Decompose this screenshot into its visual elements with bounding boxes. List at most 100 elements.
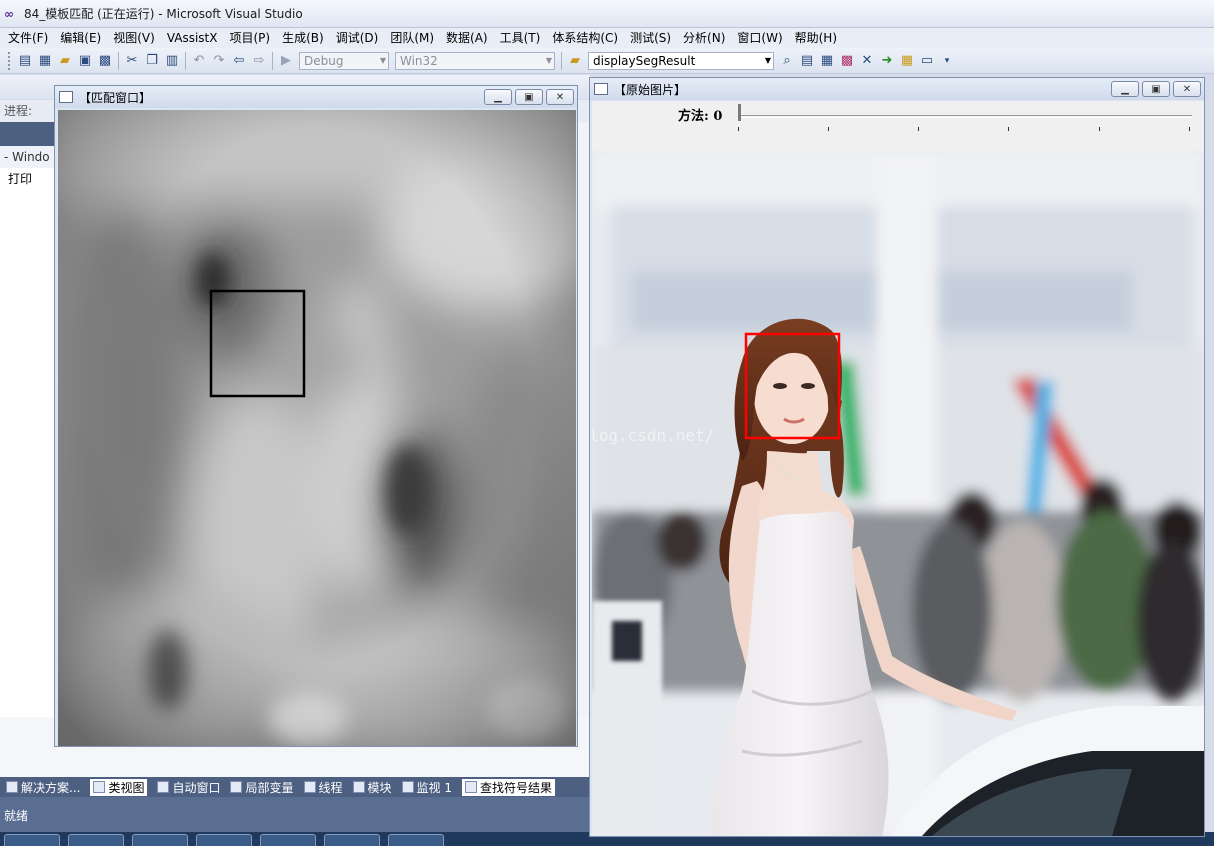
side-panel-item-print[interactable]: 打印 — [0, 168, 55, 190]
start-debugging-icon[interactable]: ▶ — [276, 51, 296, 71]
original-window-caption[interactable]: 【原始图片】 ▁ ▣ ✕ — [590, 78, 1204, 100]
tab-find-symbol-results[interactable]: 查找符号结果 — [461, 778, 555, 796]
trackbar-track[interactable] — [740, 115, 1192, 118]
toolbar-grip[interactable] — [8, 51, 11, 70]
menu-data[interactable]: 数据(A) — [440, 28, 494, 48]
properties-icon[interactable]: ▦ — [817, 51, 837, 71]
tab-class-view[interactable]: 类视图 — [90, 778, 148, 796]
find-icon[interactable]: ⌕ — [777, 51, 797, 71]
solution-config-combo[interactable]: Debug ▼ — [299, 51, 389, 70]
navigate-backward-icon[interactable]: ⇦ — [229, 51, 249, 71]
command-window-icon[interactable]: ▭ — [917, 51, 937, 71]
match-result-image — [58, 110, 576, 746]
taskbar-item[interactable] — [132, 834, 188, 846]
status-bar: 就绪 — [0, 797, 590, 832]
match-window-caption[interactable]: 【匹配窗口】 ▁ ▣ ✕ — [55, 86, 577, 108]
object-browser-icon[interactable]: ▩ — [837, 51, 857, 71]
solution-config-value: Debug — [304, 53, 344, 68]
menu-analyze[interactable]: 分析(N) — [677, 28, 731, 48]
menu-help[interactable]: 帮助(H) — [789, 28, 843, 48]
menu-team[interactable]: 团队(M) — [384, 28, 440, 48]
menu-debug[interactable]: 调试(D) — [330, 28, 385, 48]
platform-value: Win32 — [400, 53, 438, 68]
menu-window[interactable]: 窗口(W) — [731, 28, 788, 48]
platform-combo[interactable]: Win32 ▼ — [395, 51, 555, 70]
menu-architecture[interactable]: 体系结构(C) — [546, 28, 624, 48]
original-photo: http://blog.csdn.net/ — [592, 151, 1204, 836]
taskbar-item[interactable] — [4, 834, 60, 846]
save-all-icon[interactable]: ▩ — [95, 51, 115, 71]
find-combo[interactable]: displaySegResult ▼ — [588, 51, 774, 70]
vs-title-bar: ∞ 84_模板匹配 (正在运行) - Microsoft Visual Stud… — [0, 0, 1214, 28]
class-view-icon — [93, 781, 106, 793]
menu-bar: 文件(F) 编辑(E) 视图(V) VAssistX 项目(P) 生成(B) 调… — [0, 28, 1214, 48]
open-file-icon[interactable]: ▰ — [55, 51, 75, 71]
solution-explorer-icon — [6, 781, 18, 793]
maximize-icon: ▣ — [524, 91, 534, 103]
chevron-down-icon: ▼ — [545, 55, 552, 65]
original-image-window: 【原始图片】 ▁ ▣ ✕ 方法: 0 log.csdn.net/ — [589, 77, 1205, 837]
minimize-button[interactable]: ▁ — [484, 89, 512, 105]
taskbar-item[interactable] — [260, 834, 316, 846]
menu-edit[interactable]: 编辑(E) — [54, 28, 107, 48]
side-panel-title[interactable]: - Windo — [0, 146, 55, 168]
menu-project[interactable]: 项目(P) — [223, 28, 276, 48]
trackbar-thumb[interactable] — [738, 104, 741, 121]
navigate-forward-icon[interactable]: ⇨ — [249, 51, 269, 71]
locals-icon — [230, 781, 243, 793]
add-item-icon[interactable]: ▦ — [35, 51, 55, 71]
status-text: 就绪 — [4, 809, 29, 823]
new-project-icon[interactable]: ▤ — [15, 51, 35, 71]
close-button[interactable]: ✕ — [1173, 81, 1201, 97]
find-symbol-icon — [464, 781, 477, 793]
menu-file[interactable]: 文件(F) — [2, 28, 54, 48]
toolbar-separator — [185, 51, 186, 70]
maximize-button[interactable]: ▣ — [515, 89, 543, 105]
threads-icon — [303, 781, 316, 793]
watermark-text: http://blog.csdn.net/ — [592, 426, 714, 445]
toolbar-separator — [118, 51, 119, 70]
save-icon[interactable]: ▣ — [75, 51, 95, 71]
watch-icon — [401, 781, 414, 793]
undo-icon[interactable]: ↶ — [189, 51, 209, 71]
tab-modules[interactable]: 模块 — [352, 779, 392, 796]
find-in-files-icon[interactable]: ▰ — [565, 51, 585, 71]
menu-tools[interactable]: 工具(T) — [494, 28, 547, 48]
chevron-down-icon: ▼ — [764, 55, 771, 65]
match-window: 【匹配窗口】 ▁ ▣ ✕ — [54, 85, 578, 747]
toolbox-icon[interactable]: ✕ — [857, 51, 877, 71]
taskbar-item[interactable] — [196, 834, 252, 846]
trackbar-tick — [1099, 127, 1100, 131]
visual-studio-logo-icon: ∞ — [4, 6, 14, 21]
window-app-icon — [594, 83, 608, 95]
menu-test[interactable]: 测试(S) — [624, 28, 677, 48]
tab-solution-explorer[interactable]: 解决方案... — [6, 779, 80, 796]
tab-autos[interactable]: 自动窗口 — [157, 779, 220, 796]
menu-vassistx[interactable]: VAssistX — [161, 28, 224, 48]
start-page-icon[interactable]: ➜ — [877, 51, 897, 71]
tool-window-tabs: 解决方案... 类视图 自动窗口 局部变量 线程 模块 监视 1 查找符号结果 — [0, 777, 590, 797]
modules-icon — [352, 781, 365, 793]
tab-threads[interactable]: 线程 — [303, 779, 343, 796]
cut-icon[interactable]: ✂ — [122, 51, 142, 71]
close-button[interactable]: ✕ — [546, 89, 574, 105]
menu-build[interactable]: 生成(B) — [276, 28, 330, 48]
tab-locals[interactable]: 局部变量 — [230, 779, 294, 796]
toolbar-options-icon[interactable]: ▾ — [937, 51, 957, 71]
taskbar-item[interactable] — [324, 834, 380, 846]
copy-icon[interactable]: ❐ — [142, 51, 162, 71]
menu-view[interactable]: 视图(V) — [107, 28, 161, 48]
taskbar-item[interactable] — [388, 834, 444, 846]
solution-explorer-icon[interactable]: ▤ — [797, 51, 817, 71]
trackbar-label: 方法: 0 — [678, 109, 723, 124]
class-view-icon[interactable]: ▦ — [897, 51, 917, 71]
minimize-button[interactable]: ▁ — [1111, 81, 1139, 97]
trackbar-tick — [738, 127, 739, 131]
redo-icon[interactable]: ↷ — [209, 51, 229, 71]
taskbar-item[interactable] — [68, 834, 124, 846]
paste-icon[interactable]: ▥ — [162, 51, 182, 71]
autos-icon — [157, 781, 170, 793]
tab-watch-1[interactable]: 监视 1 — [401, 779, 452, 796]
maximize-button[interactable]: ▣ — [1142, 81, 1170, 97]
chevron-down-icon: ▼ — [379, 55, 386, 65]
